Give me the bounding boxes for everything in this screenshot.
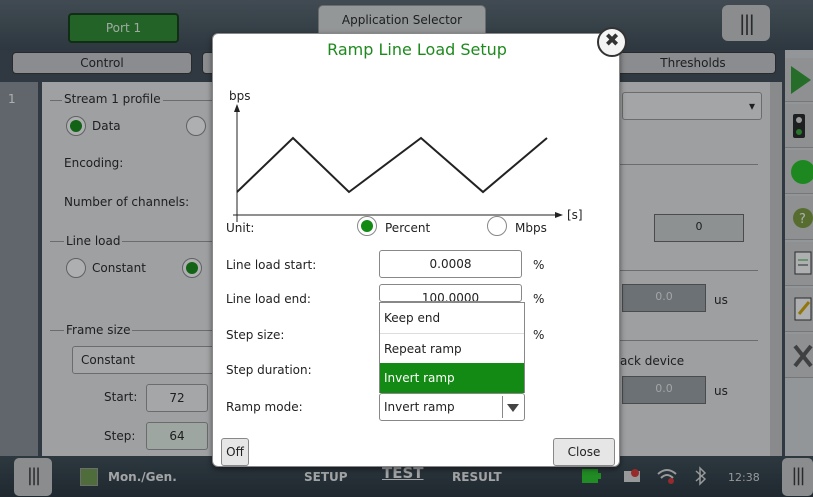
ramp-mode-select[interactable]: Invert ramp bbox=[379, 393, 525, 421]
chevron-down-icon bbox=[507, 404, 519, 412]
ramp-mode-options: Keep end Repeat ramp Invert ramp bbox=[379, 302, 525, 393]
x-axis-arrow-icon bbox=[555, 212, 563, 218]
chart-x-label: [s] bbox=[567, 208, 583, 222]
off-button[interactable]: Off bbox=[221, 438, 249, 466]
option-repeat-ramp[interactable]: Repeat ramp bbox=[380, 333, 524, 363]
percent-radio[interactable] bbox=[357, 216, 377, 236]
close-button[interactable]: Close bbox=[553, 438, 615, 466]
step-duration-label: Step duration: bbox=[226, 363, 312, 377]
start-unit: % bbox=[533, 258, 545, 272]
mbps-label: Mbps bbox=[515, 221, 547, 235]
ramp-mode-label: Ramp mode: bbox=[226, 400, 303, 414]
line-load-end-field[interactable]: 100.0000 bbox=[379, 284, 522, 302]
option-keep-end[interactable]: Keep end bbox=[380, 303, 524, 333]
line-load-start-label: Line load start: bbox=[226, 258, 317, 272]
y-axis-arrow-icon bbox=[234, 104, 240, 112]
option-invert-ramp[interactable]: Invert ramp bbox=[380, 363, 524, 393]
ramp-line-load-dialog: Ramp Line Load Setup bps [s] Unit: Perce… bbox=[212, 33, 620, 467]
mbps-radio[interactable] bbox=[487, 216, 507, 236]
line-load-end-label: Line load end: bbox=[226, 292, 311, 306]
dialog-close-icon[interactable]: ✖ bbox=[597, 27, 627, 57]
dialog-title: Ramp Line Load Setup bbox=[327, 40, 507, 59]
ramp-mode-value: Invert ramp bbox=[384, 400, 455, 414]
ramp-line bbox=[236, 136, 548, 194]
chart-y-label: bps bbox=[229, 89, 251, 103]
line-load-start-field[interactable]: 0.0008 bbox=[379, 250, 522, 278]
ramp-chart: bps [s] bbox=[229, 89, 583, 222]
percent-label: Percent bbox=[385, 221, 431, 235]
step-size-label: Step size: bbox=[226, 328, 285, 342]
end-unit: % bbox=[533, 292, 545, 306]
step-size-unit: % bbox=[533, 328, 545, 342]
unit-label: Unit: bbox=[226, 221, 255, 235]
